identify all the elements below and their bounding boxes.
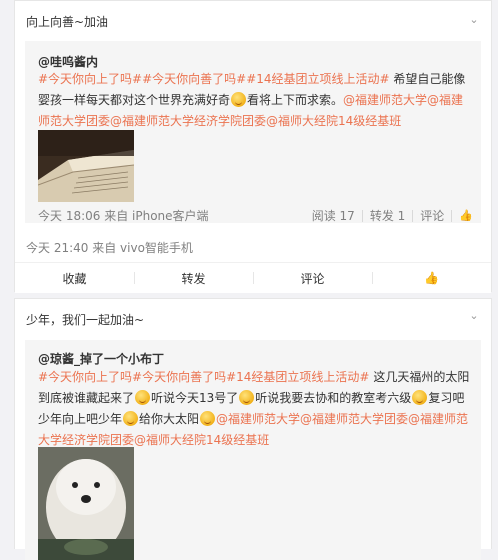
emoji-icon — [231, 92, 247, 107]
repost-button[interactable]: 转发 — [134, 263, 253, 293]
repost-body: #今天你向上了吗#今天你向善了吗#14经基团立项线上活动# 这几天福州的太阳到底… — [38, 367, 474, 451]
action-bar: 收藏 转发 评论 👍 — [15, 262, 491, 293]
post-text: 向上向善~加油 — [26, 15, 109, 29]
feed-card: ⌄ 少年，我们一起加油~ @琼酱_掉了一个小布丁 #今天你向上了吗#今天你向善了… — [14, 298, 492, 560]
repost-body: #今天你向上了吗##今天你向善了吗##14经基团立项线上活动# 希望自己能像婴孩… — [38, 69, 474, 132]
chevron-down-icon[interactable]: ⌄ — [467, 12, 481, 26]
repost-text-3: 听说我要去协和的教室考六级 — [255, 391, 412, 405]
comment-link[interactable]: 评论 — [420, 207, 444, 224]
repost-author[interactable]: @哇呜酱内 — [38, 53, 98, 70]
repost-stats: 阅读 17 转发 1 评论 👍 — [312, 207, 473, 224]
repost-count[interactable]: 转发 1 — [370, 207, 405, 224]
repost-text-2: 听说今天13号了 — [151, 391, 239, 405]
emoji-icon — [123, 411, 139, 426]
like-icon: 👍 — [424, 271, 439, 285]
emoji-icon — [412, 390, 428, 405]
favorite-button[interactable]: 收藏 — [15, 263, 134, 293]
feed-card: ⌄ 向上向善~加油 @哇呜酱内 #今天你向上了吗##今天你向善了吗##14经基团… — [14, 0, 492, 293]
comment-button[interactable]: 评论 — [253, 263, 372, 293]
repost-box[interactable]: @哇呜酱内 #今天你向上了吗##今天你向善了吗##14经基团立项线上活动# 希望… — [25, 41, 481, 223]
repost-author[interactable]: @琼酱_掉了一个小布丁 — [38, 350, 164, 367]
emoji-icon — [239, 390, 255, 405]
repost-time-source: 今天 18:06 来自 iPhone客户端 — [38, 209, 209, 223]
topic-link[interactable]: #今天你向上了吗#今天你向善了吗#14经基团立项线上活动# — [38, 370, 370, 384]
repost-box[interactable]: @琼酱_掉了一个小布丁 #今天你向上了吗#今天你向善了吗#14经基团立项线上活动… — [25, 340, 481, 560]
read-count: 阅读 17 — [311, 209, 355, 223]
topic-link[interactable]: #今天你向上了吗##今天你向善了吗##14经基团立项线上活动# — [38, 72, 390, 86]
repost-text-5: 给你大太阳 — [139, 412, 200, 426]
like-icon[interactable]: 👍 — [459, 209, 473, 222]
chevron-down-icon[interactable]: ⌄ — [467, 308, 481, 322]
like-button[interactable]: 👍 — [372, 263, 491, 293]
scrollbar[interactable] — [492, 0, 498, 549]
repost-text-b: 看将上下而求索。 — [247, 93, 344, 107]
post-time-source: 今天 21:40 来自 vivo智能手机 — [26, 241, 193, 255]
post-text: 少年，我们一起加油~ — [26, 313, 145, 327]
emoji-icon — [135, 390, 151, 405]
image-thumbnail[interactable] — [38, 447, 134, 560]
image-thumbnail[interactable] — [38, 130, 134, 202]
emoji-icon — [200, 411, 216, 426]
